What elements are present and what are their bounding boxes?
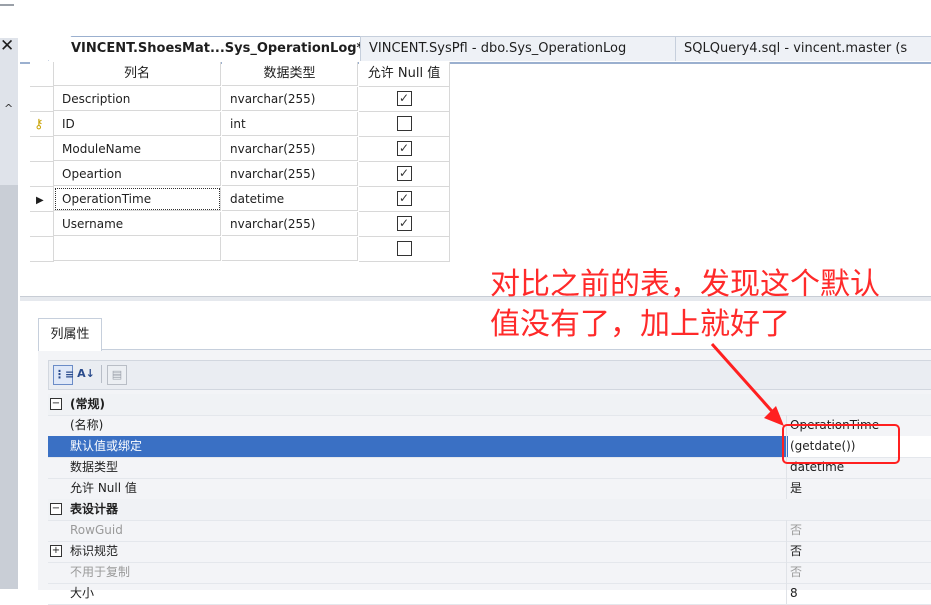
cell-allow-null: ✓ xyxy=(359,87,450,112)
allow-null-checkbox[interactable]: ✓ xyxy=(396,141,412,156)
allow-null-checkbox[interactable]: ✓ xyxy=(396,166,412,181)
highlight-box xyxy=(782,424,900,464)
property-name: 大小 xyxy=(70,586,95,600)
value-column-divider xyxy=(786,541,787,562)
annotation-line-2: 值没有了，加上就好了 xyxy=(490,307,790,342)
row-selector[interactable] xyxy=(30,212,54,237)
allow-null-checkbox[interactable] xyxy=(396,241,412,256)
grid-header-row: 列名 数据类型 允许 Null 值 xyxy=(30,62,450,87)
property-value[interactable]: 8 xyxy=(790,583,798,604)
cell-data-type[interactable]: nvarchar(255) xyxy=(222,212,358,236)
sort-az-icon[interactable]: A↓ xyxy=(77,365,95,383)
cell-column-name[interactable]: ID xyxy=(54,112,221,136)
current-row-icon: ▶ xyxy=(36,195,44,206)
cell-allow-null xyxy=(359,237,450,262)
cell-allow-null: ✓ xyxy=(359,187,450,212)
category-label: (常规) xyxy=(70,397,105,411)
document-tab-bar: VINCENT.ShoesMat...Sys_OperationLog* VIN… xyxy=(20,36,931,64)
cell-column-name[interactable]: Description xyxy=(54,87,221,111)
property-row[interactable]: 不用于复制 否 xyxy=(48,562,931,584)
table-row[interactable]: ▶ OperationTime datetime ✓ xyxy=(30,187,450,212)
property-row[interactable]: 大小 8 xyxy=(48,583,931,605)
row-selector[interactable] xyxy=(30,137,54,162)
table-row[interactable]: Opeartion nvarchar(255) ✓ xyxy=(30,162,450,187)
property-value[interactable]: 否 xyxy=(790,541,802,562)
table-row[interactable]: Description nvarchar(255) ✓ xyxy=(30,87,450,112)
close-icon[interactable]: ✕ xyxy=(0,36,14,56)
property-name: 不用于复制 xyxy=(70,565,131,579)
tab-table-designer-syspfl[interactable]: VINCENT.SysPfl - dbo.Sys_OperationLog xyxy=(360,36,680,61)
cell-data-type[interactable]: nvarchar(255) xyxy=(222,162,358,186)
collapse-icon[interactable]: − xyxy=(50,503,62,515)
tab-table-designer-active[interactable]: VINCENT.ShoesMat...Sys_OperationLog* xyxy=(48,36,383,61)
cell-column-name[interactable]: Username xyxy=(54,212,221,236)
property-value[interactable]: 是 xyxy=(790,478,802,499)
cell-allow-null xyxy=(359,112,450,137)
header-allow-null: 允许 Null 值 xyxy=(359,62,450,87)
cell-column-name[interactable]: OperationTime xyxy=(54,187,221,211)
annotation-text: 对比之前的表，发现这个默认 值没有了，加上就好了 xyxy=(490,265,931,345)
header-column-name: 列名 xyxy=(54,62,221,86)
scroll-up-icon[interactable]: ^ xyxy=(4,102,13,115)
properties-toolbar: ⋮≡ A↓ ▤ xyxy=(48,360,931,390)
value-column-divider xyxy=(786,583,787,604)
table-row[interactable] xyxy=(30,237,450,262)
allow-null-checkbox[interactable] xyxy=(396,116,412,131)
row-selector[interactable] xyxy=(30,162,54,187)
allow-null-checkbox[interactable]: ✓ xyxy=(396,191,412,206)
category-label: 表设计器 xyxy=(70,502,119,516)
row-selector[interactable] xyxy=(30,237,54,262)
row-selector[interactable]: ▶ xyxy=(30,187,54,212)
tab-sql-query[interactable]: SQLQuery4.sql - vincent.master (s xyxy=(675,36,931,61)
annotation-line-1: 对比之前的表，发现这个默认 xyxy=(490,267,880,302)
category-table-designer[interactable]: − 表设计器 xyxy=(48,499,931,521)
property-name: 标识规范 xyxy=(70,544,119,558)
property-pages-icon[interactable]: ▤ xyxy=(107,365,127,385)
row-selector[interactable] xyxy=(30,87,54,112)
property-row[interactable]: RowGuid 否 xyxy=(48,520,931,542)
cell-data-type[interactable] xyxy=(222,237,358,261)
value-column-divider xyxy=(786,478,787,499)
value-column-divider xyxy=(786,520,787,541)
property-name: 允许 Null 值 xyxy=(70,481,137,495)
property-row[interactable]: 允许 Null 值 是 xyxy=(48,478,931,500)
allow-null-checkbox[interactable]: ✓ xyxy=(396,91,412,106)
property-name: 数据类型 xyxy=(70,460,119,474)
category-general[interactable]: − (常规) xyxy=(48,394,931,416)
cell-data-type[interactable]: nvarchar(255) xyxy=(222,87,358,111)
window-edge-mark xyxy=(0,0,14,6)
row-header-corner xyxy=(30,62,54,87)
cell-column-name[interactable] xyxy=(54,237,221,261)
property-name: RowGuid xyxy=(70,523,123,537)
header-data-type: 数据类型 xyxy=(222,62,358,86)
table-row[interactable]: Username nvarchar(255) ✓ xyxy=(30,212,450,237)
toolbar-separator xyxy=(101,365,102,383)
object-explorer-scroll-track[interactable] xyxy=(0,185,18,589)
allow-null-checkbox[interactable]: ✓ xyxy=(396,216,412,231)
cell-data-type[interactable]: datetime xyxy=(222,187,358,211)
collapse-icon[interactable]: − xyxy=(50,398,62,410)
primary-key-icon: ⚷ xyxy=(34,117,44,132)
tab-column-properties[interactable]: 列属性 xyxy=(38,318,102,351)
cell-data-type[interactable]: nvarchar(255) xyxy=(222,137,358,161)
categorized-icon[interactable]: ⋮≡ xyxy=(53,365,74,385)
property-name: (名称) xyxy=(70,418,104,432)
cell-column-name[interactable]: Opeartion xyxy=(54,162,221,186)
expand-icon[interactable]: + xyxy=(50,545,62,557)
table-row[interactable]: ⚷ ID int xyxy=(30,112,450,137)
row-selector[interactable]: ⚷ xyxy=(30,112,54,137)
table-row[interactable]: ModuleName nvarchar(255) ✓ xyxy=(30,137,450,162)
cell-allow-null: ✓ xyxy=(359,212,450,237)
property-name: 默认值或绑定 xyxy=(70,439,143,453)
property-row[interactable]: + 标识规范 否 xyxy=(48,541,931,563)
property-value[interactable]: 否 xyxy=(790,562,802,583)
value-column-divider xyxy=(786,562,787,583)
property-value[interactable]: 否 xyxy=(790,520,802,541)
cell-allow-null: ✓ xyxy=(359,162,450,187)
cell-column-name[interactable]: ModuleName xyxy=(54,137,221,161)
cell-allow-null: ✓ xyxy=(359,137,450,162)
cell-data-type[interactable]: int xyxy=(222,112,358,136)
